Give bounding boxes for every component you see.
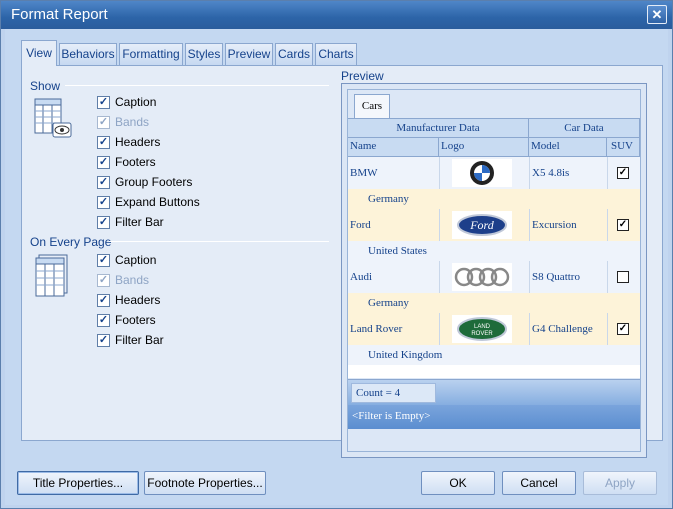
ok-button[interactable]: OK [421, 471, 495, 495]
logo-cell [452, 263, 512, 291]
preview-grid-container: Cars Manufacturer Data Car Data Name Log… [347, 89, 641, 452]
apply-button[interactable]: Apply [583, 471, 657, 495]
tab-view[interactable]: View [21, 40, 57, 66]
landrover-logo-icon: LAND ROVER [457, 317, 507, 341]
logo-cell: Ford [452, 211, 512, 239]
filter-bar[interactable]: <Filter is Empty> [348, 405, 640, 429]
preview-footer: Count = 4 [348, 379, 640, 405]
show-group-divider [65, 85, 329, 86]
show-group-heading: Show [30, 79, 61, 93]
row-country: Germany [368, 193, 409, 205]
band-car-data: Car Data [529, 119, 640, 138]
row-suv-checkbox[interactable]: ✓ [617, 219, 629, 231]
every-page-group-heading: On Every Page [30, 235, 112, 249]
row-suv-checkbox[interactable] [617, 271, 629, 283]
dialog-client: View Behaviors Formatting Styles Preview… [5, 29, 668, 505]
every-page-group-divider [109, 241, 329, 242]
svg-text:Ford: Ford [469, 218, 495, 232]
bmw-logo-icon [470, 161, 494, 185]
tab-styles[interactable]: Styles [185, 43, 223, 65]
column-header-name: Name [348, 138, 439, 157]
row-country: United Kingdom [368, 349, 443, 361]
row-name: Audi [350, 271, 372, 283]
window-title: Format Report [11, 6, 108, 23]
preview-heading: Preview [341, 69, 384, 83]
row-model: S8 Quattro [532, 271, 580, 283]
close-button[interactable]: ✕ [647, 5, 667, 24]
tab-behaviors[interactable]: Behaviors [59, 43, 117, 65]
tab-charts[interactable]: Charts [315, 43, 357, 65]
column-header-suv: SUV [607, 138, 640, 157]
row-country: Germany [368, 297, 409, 309]
ford-logo-icon: Ford [457, 214, 507, 236]
footnote-properties-button[interactable]: Footnote Properties... [144, 471, 266, 495]
preview-grid: Manufacturer Data Car Data Name Logo Mod… [348, 118, 640, 378]
row-suv-checkbox[interactable]: ✓ [617, 167, 629, 179]
tab-formatting[interactable]: Formatting [119, 43, 183, 65]
column-header-model: Model [529, 138, 607, 157]
row-country: United States [368, 245, 427, 257]
logo-cell: LAND ROVER [452, 315, 512, 343]
svg-text:ROVER: ROVER [471, 331, 493, 337]
row-model: G4 Challenge [532, 323, 593, 335]
column-header-logo: Logo [439, 138, 529, 157]
close-icon: ✕ [651, 7, 663, 22]
band-manufacturer: Manufacturer Data [348, 119, 529, 138]
row-name: Ford [350, 219, 371, 231]
svg-text:LAND: LAND [474, 324, 491, 330]
record-count: Count = 4 [351, 383, 436, 403]
tab-preview[interactable]: Preview [225, 43, 273, 65]
row-suv-checkbox[interactable]: ✓ [617, 323, 629, 335]
preview-pane: Cars Manufacturer Data Car Data Name Log… [341, 83, 647, 458]
row-name: Land Rover [350, 323, 403, 335]
format-report-dialog: Format Report ✕ View Behaviors Formattin… [0, 0, 673, 509]
title-bar[interactable]: Format Report ✕ [1, 1, 672, 29]
tab-cards[interactable]: Cards [275, 43, 313, 65]
grid-show-icon [34, 98, 72, 138]
audi-logo-icon [454, 267, 510, 287]
preview-tab-cars[interactable]: Cars [354, 94, 390, 118]
row-model: X5 4.8is [532, 167, 570, 179]
grid-pages-icon [35, 254, 68, 297]
title-properties-button[interactable]: Title Properties... [17, 471, 139, 495]
cancel-button[interactable]: Cancel [502, 471, 576, 495]
row-name: BMW [350, 167, 378, 179]
logo-cell [452, 159, 512, 187]
row-model: Excursion [532, 219, 577, 231]
